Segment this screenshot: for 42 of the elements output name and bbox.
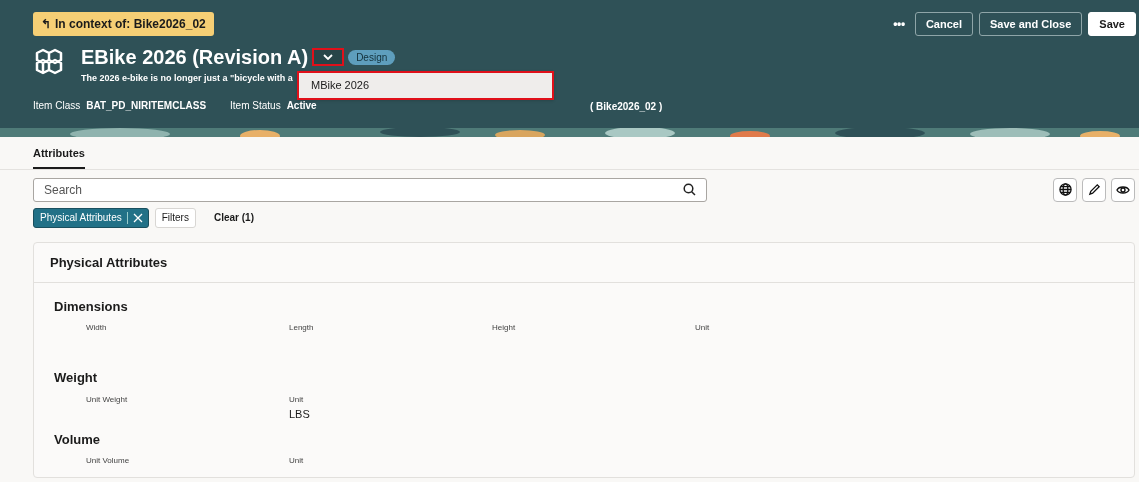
field-label: Unit bbox=[289, 455, 304, 467]
close-icon[interactable] bbox=[132, 212, 143, 223]
filters-button[interactable]: Filters bbox=[154, 207, 196, 228]
field-label: Unit Volume bbox=[86, 455, 130, 467]
globe-button[interactable] bbox=[1053, 177, 1077, 202]
action-button[interactable]: Save and Close bbox=[978, 12, 1083, 36]
return-arrow-icon: ↰ bbox=[41, 15, 51, 33]
filter-chip[interactable]: Physical Attributes bbox=[33, 207, 149, 228]
section-heading: Volume bbox=[54, 430, 101, 449]
globe-icon bbox=[1058, 183, 1072, 196]
menu-item[interactable]: MBike 2026 bbox=[299, 73, 552, 98]
panel-title: Physical Attributes bbox=[34, 242, 1134, 283]
field-label: Unit bbox=[289, 393, 304, 406]
item-title: EBike 2026 (Revision A) bbox=[81, 45, 309, 70]
field-label: Unit bbox=[695, 322, 710, 334]
action-button[interactable]: Cancel bbox=[914, 12, 973, 36]
action-button[interactable]: Save bbox=[1088, 12, 1136, 36]
field-label: Width bbox=[86, 322, 107, 334]
field-label: Height bbox=[492, 322, 516, 334]
eye-icon bbox=[1116, 184, 1130, 195]
clear-filters-link[interactable]: Clear (1) bbox=[201, 207, 266, 228]
search-icon[interactable] bbox=[683, 183, 696, 196]
section-heading: Weight bbox=[54, 369, 99, 387]
section-heading: Dimensions bbox=[54, 297, 129, 316]
meta-label: Item Status bbox=[230, 98, 281, 113]
meta-value: ( Bike2026_02 ) bbox=[590, 100, 663, 114]
status-badge: Design bbox=[348, 49, 396, 65]
field-value: LBS bbox=[289, 406, 310, 422]
tab[interactable]: Attributes bbox=[33, 145, 85, 169]
pencil-icon bbox=[1087, 183, 1101, 196]
item-description: The 2026 e-bike is no longer just a "bicycle with a bbox=[81, 72, 293, 85]
meta-value: BAT_PD_NIRITEMCLASS bbox=[86, 98, 207, 113]
chevron-down-icon bbox=[323, 54, 334, 60]
meta-value: Active bbox=[286, 98, 317, 113]
view-button[interactable] bbox=[1111, 177, 1135, 202]
more-button[interactable]: ••• bbox=[893, 15, 905, 33]
revision-dropdown-button[interactable] bbox=[312, 48, 345, 66]
context-badge: ↰ In context of: Bike2026_02 bbox=[33, 12, 214, 36]
field-label: Unit Weight bbox=[86, 393, 128, 406]
field-label: Length bbox=[289, 322, 314, 334]
edit-button[interactable] bbox=[1082, 177, 1106, 202]
meta-label: Item Class bbox=[33, 98, 81, 113]
